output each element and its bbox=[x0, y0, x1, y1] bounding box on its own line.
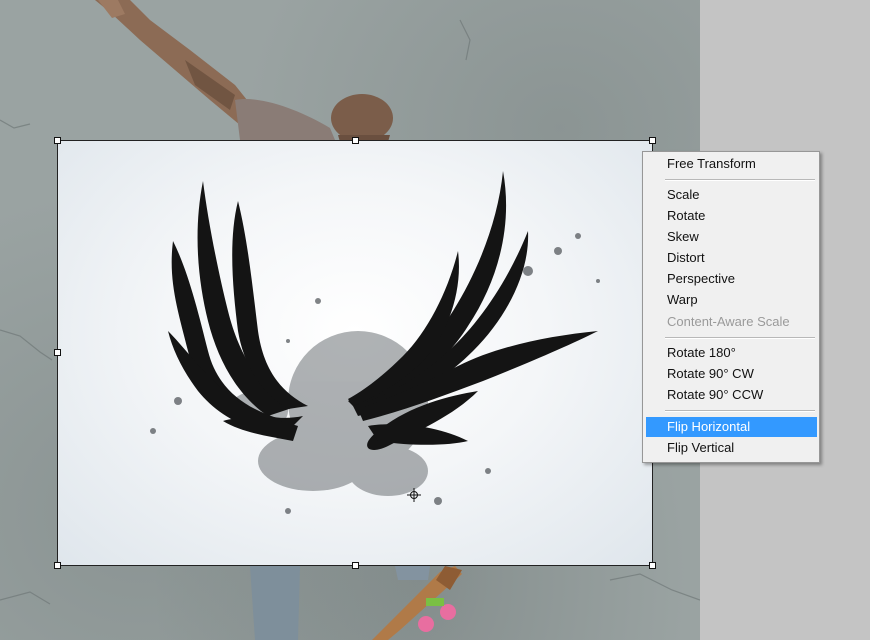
menu-item-flip-horizontal[interactable]: Flip Horizontal bbox=[646, 417, 817, 437]
menu-separator bbox=[665, 337, 815, 339]
wings-artwork bbox=[150, 171, 600, 514]
menu-item-perspective[interactable]: Perspective bbox=[646, 269, 817, 289]
handle-top-left[interactable] bbox=[54, 137, 61, 144]
handle-top-right[interactable] bbox=[649, 137, 656, 144]
menu-item-skew[interactable]: Skew bbox=[646, 227, 817, 247]
menu-item-rotate[interactable]: Rotate bbox=[646, 206, 817, 226]
handle-bottom-left[interactable] bbox=[54, 562, 61, 569]
menu-item-distort[interactable]: Distort bbox=[646, 248, 817, 268]
handle-bottom-center[interactable] bbox=[352, 562, 359, 569]
menu-item-flip-vertical[interactable]: Flip Vertical bbox=[646, 438, 817, 458]
transform-context-menu: Free Transform Scale Rotate Skew Distort… bbox=[642, 151, 820, 463]
menu-separator bbox=[665, 179, 815, 181]
menu-item-rotate-90-cw[interactable]: Rotate 90° CW bbox=[646, 364, 817, 384]
handle-bottom-right[interactable] bbox=[649, 562, 656, 569]
menu-item-warp[interactable]: Warp bbox=[646, 290, 817, 310]
handle-middle-left[interactable] bbox=[54, 349, 61, 356]
menu-item-free-transform[interactable]: Free Transform bbox=[646, 154, 817, 174]
menu-item-content-aware-scale: Content-Aware Scale bbox=[667, 314, 790, 329]
handle-top-center[interactable] bbox=[352, 137, 359, 144]
transform-bounding-box[interactable] bbox=[57, 140, 653, 566]
menu-separator bbox=[665, 410, 815, 412]
menu-item-rotate-90-ccw[interactable]: Rotate 90° CCW bbox=[646, 385, 817, 405]
menu-item-scale[interactable]: Scale bbox=[646, 185, 817, 205]
reference-point-icon[interactable] bbox=[407, 488, 421, 502]
menu-item-rotate-180[interactable]: Rotate 180° bbox=[646, 343, 817, 363]
